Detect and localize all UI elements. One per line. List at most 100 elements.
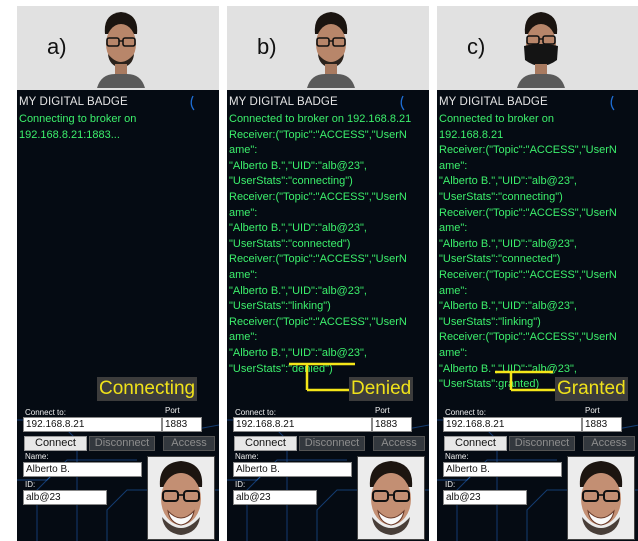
id-label: ID: — [235, 480, 246, 489]
log-line: "Alberto B.","UID":"alb@23", — [229, 159, 367, 172]
webcam-photo-strip: c) — [437, 6, 638, 90]
log-line: "Alberto B.","UID":"alb@23", — [439, 362, 577, 375]
status-label: Connecting — [97, 377, 198, 401]
log-line: Connected to broker on — [439, 113, 554, 125]
connect-button[interactable]: Connect — [24, 436, 87, 451]
app-title: MY DIGITAL BADGE — [19, 96, 128, 108]
broker-host-field[interactable]: 192.168.8.21 — [443, 417, 582, 432]
log-line: Receiver:("Topic":"ACCESS","UserN — [229, 190, 407, 203]
log-line: 192.168.8.21 — [439, 128, 504, 141]
user-portrait-photo — [301, 8, 361, 88]
connect-to-label: Connect to: — [445, 408, 486, 417]
name-label: Name: — [445, 452, 469, 461]
broker-host-field[interactable]: 192.168.8.21 — [23, 417, 162, 432]
panel-letter: b) — [257, 34, 277, 59]
access-button[interactable]: Access — [583, 436, 635, 451]
panel-b: b) MY DIGITAL BADGE Connected to broker … — [227, 6, 429, 541]
log-line: "UserStats":"connected") — [439, 253, 561, 266]
id-label: ID: — [25, 480, 36, 489]
log-line: Receiver:("Topic":"ACCESS","UserN — [229, 253, 407, 266]
app-screen: MY DIGITAL BADGE Connected to broker on … — [437, 90, 638, 541]
id-field[interactable]: alb@23 — [23, 490, 107, 505]
disconnect-button[interactable]: Disconnect — [89, 436, 155, 451]
port-label: Port — [585, 406, 600, 415]
user-portrait-photo — [91, 8, 151, 88]
app-screen: MY DIGITAL BADGE Connecting to broker on… — [17, 90, 219, 541]
log-line: Receiver:("Topic":"ACCESS","UserN — [439, 144, 617, 157]
id-label: ID: — [445, 480, 456, 489]
log-line: "Alberto B.","UID":"alb@23", — [439, 237, 577, 250]
log-line: ame": — [439, 159, 468, 172]
log-line: "UserStats":"linking") — [229, 300, 331, 313]
log-line: "Alberto B.","UID":"alb@23", — [229, 284, 367, 297]
log-line: "UserStats":"connecting") — [439, 190, 563, 203]
port-label: Port — [165, 406, 180, 415]
avatar-face-image — [568, 457, 634, 539]
log-line: "Alberto B.","UID":"alb@23", — [229, 222, 367, 235]
webcam-photo-strip: b) — [227, 6, 429, 90]
user-portrait-masked-photo — [511, 8, 571, 88]
message-log: Connected to broker on 192.168.8.21 Rece… — [439, 112, 637, 393]
disconnect-button[interactable]: Disconnect — [299, 436, 365, 451]
badge-figure: a) MY DIGITAL BADGE Connecting to broker… — [0, 0, 638, 541]
log-line: Receiver:("Topic":"ACCESS","UserN — [229, 128, 407, 141]
user-avatar-photo — [147, 456, 215, 540]
port-field[interactable]: 1883 — [582, 417, 622, 432]
log-line: Receiver:("Topic":"ACCESS","UserN — [439, 206, 617, 219]
log-line: 192.168.8.21:1883... — [19, 128, 120, 141]
status-label: Denied — [349, 377, 414, 401]
log-line: Connected to broker on 192.168.8.21 — [229, 113, 412, 125]
log-line: Receiver:("Topic":"ACCESS","UserN — [439, 268, 617, 281]
name-field[interactable]: Alberto B. — [233, 462, 352, 477]
log-line: "Alberto B.","UID":"alb@23", — [439, 300, 577, 313]
connect-to-label: Connect to: — [25, 408, 66, 417]
log-line: "Alberto B.","UID":"alb@23", — [229, 346, 367, 359]
avatar-face-image — [148, 457, 214, 539]
message-log: Connected to broker on 192.168.8.21 Rece… — [229, 112, 427, 377]
log-line: ame": — [439, 346, 468, 359]
port-field[interactable]: 1883 — [372, 417, 412, 432]
connect-button[interactable]: Connect — [234, 436, 297, 451]
connect-button[interactable]: Connect — [444, 436, 507, 451]
connection-form: Connect to: Port 192.168.8.21 1883 Conne… — [437, 406, 638, 541]
log-line: ame": — [439, 284, 468, 297]
log-line: ame": — [229, 206, 258, 219]
log-line: ame": — [229, 268, 258, 281]
app-screen: MY DIGITAL BADGE Connected to broker on … — [227, 90, 429, 541]
disconnect-button[interactable]: Disconnect — [509, 436, 575, 451]
log-line: Receiver:("Topic":"ACCESS","UserN — [229, 315, 407, 328]
app-title: MY DIGITAL BADGE — [439, 96, 548, 108]
access-button[interactable]: Access — [163, 436, 215, 451]
webcam-photo-strip: a) — [17, 6, 219, 90]
port-field[interactable]: 1883 — [162, 417, 202, 432]
name-field[interactable]: Alberto B. — [443, 462, 562, 477]
name-field[interactable]: Alberto B. — [23, 462, 142, 477]
avatar-face-image — [358, 457, 424, 539]
connect-to-label: Connect to: — [235, 408, 276, 417]
log-line: "Alberto B.","UID":"alb@23", — [439, 175, 577, 188]
log-line: ame": — [229, 144, 258, 157]
message-log: Connecting to broker on 192.168.8.21:188… — [19, 112, 217, 143]
access-button[interactable]: Access — [373, 436, 425, 451]
log-line: Connecting to broker on — [19, 113, 137, 125]
user-avatar-photo — [357, 456, 425, 540]
panel-c: c) MY DIGITAL BADGE Connected to broker … — [437, 6, 638, 541]
name-label: Name: — [235, 452, 259, 461]
log-line: "UserStats":"connected") — [229, 237, 351, 250]
connection-form: Connect to: Port 192.168.8.21 1883 Conne… — [17, 406, 219, 541]
user-avatar-photo — [567, 456, 635, 540]
port-label: Port — [375, 406, 390, 415]
panel-a: a) MY DIGITAL BADGE Connecting to broker… — [17, 6, 219, 541]
log-line: "UserStats":"connecting") — [229, 175, 353, 188]
broker-host-field[interactable]: 192.168.8.21 — [233, 417, 372, 432]
panel-letter: c) — [467, 34, 486, 59]
id-field[interactable]: alb@23 — [443, 490, 527, 505]
log-line: ame": — [439, 222, 468, 235]
connection-form: Connect to: Port 192.168.8.21 1883 Conne… — [227, 406, 429, 541]
id-field[interactable]: alb@23 — [233, 490, 317, 505]
panel-letter: a) — [47, 34, 67, 59]
log-line: Receiver:("Topic":"ACCESS","UserN — [439, 331, 617, 344]
log-line: ame": — [229, 331, 258, 344]
app-title: MY DIGITAL BADGE — [229, 96, 338, 108]
status-label: Granted — [555, 377, 628, 401]
